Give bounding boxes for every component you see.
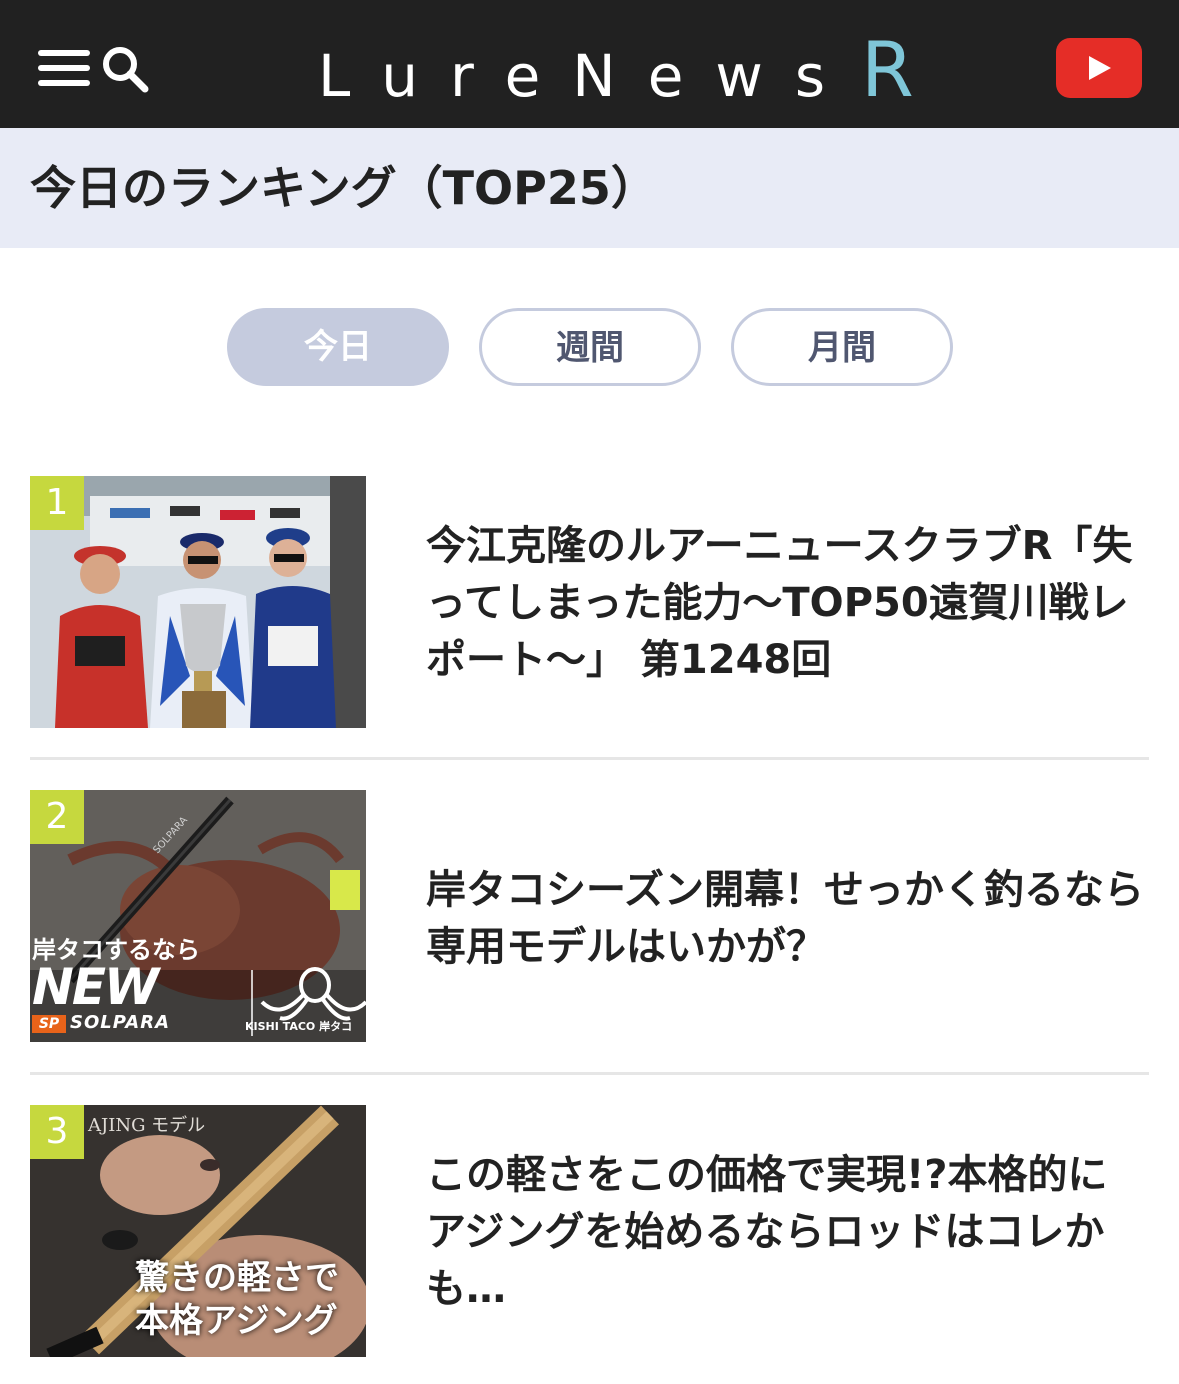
rank-badge: 2 bbox=[30, 790, 84, 844]
thumb-caption-line1: 驚きの軽さで bbox=[135, 1258, 339, 1298]
thumb-sp-badge: SP bbox=[32, 1015, 66, 1033]
logo-text: LureNews bbox=[318, 42, 858, 110]
app-header: LureNewsR bbox=[0, 0, 1179, 128]
search-icon[interactable] bbox=[100, 44, 150, 94]
rank-badge: 1 bbox=[30, 476, 84, 530]
thumb-caption-top: AJING モデル bbox=[88, 1115, 206, 1136]
thumb-new-label: NEW bbox=[32, 958, 159, 1016]
ranking-item[interactable]: 1 今江克隆のルアーニュースクラブR「失ってしまった能力〜TOP50遠賀川戦レポ… bbox=[30, 476, 1149, 728]
tab-weekly[interactable]: 週間 bbox=[479, 308, 701, 386]
divider bbox=[30, 1072, 1149, 1075]
ranking-item[interactable]: AJING モデル 驚きの軽さで 本格アジング 3 この軽さをこの価格で実現!?… bbox=[30, 1105, 1149, 1357]
ranking-title-bar: 今日のランキング（TOP25） bbox=[0, 128, 1179, 248]
divider bbox=[30, 757, 1149, 760]
thumb-caption-line2: 本格アジング bbox=[135, 1301, 338, 1341]
youtube-icon[interactable] bbox=[1056, 38, 1142, 98]
article-title[interactable]: 今江克隆のルアーニュースクラブR「失ってしまった能力〜TOP50遠賀川戦レポート… bbox=[426, 518, 1146, 689]
article-thumbnail[interactable]: AJING モデル 驚きの軽さで 本格アジング 3 bbox=[30, 1105, 366, 1357]
article-title[interactable]: 岸タコシーズン開幕！せっかく釣るなら専用モデルはいかが？ bbox=[426, 862, 1146, 976]
article-thumbnail[interactable]: 1 bbox=[30, 476, 366, 728]
site-logo[interactable]: LureNewsR bbox=[318, 30, 914, 111]
rank-badge: 3 bbox=[30, 1105, 84, 1159]
logo-accent: R bbox=[861, 25, 914, 114]
thumb-kishitaco: KISHI TACO 岸タコ bbox=[245, 1020, 353, 1033]
thumb-brand: SOLPARA bbox=[70, 1012, 170, 1033]
tab-monthly[interactable]: 月間 bbox=[731, 308, 953, 386]
ranking-item[interactable]: 岸タコするなら NEW SP SOLPARA KISHI TACO 岸タコ SO… bbox=[30, 790, 1149, 1042]
article-thumbnail[interactable]: 岸タコするなら NEW SP SOLPARA KISHI TACO 岸タコ SO… bbox=[30, 790, 366, 1042]
menu-icon[interactable] bbox=[38, 44, 90, 92]
page-title: 今日のランキング（TOP25） bbox=[30, 161, 657, 215]
article-title[interactable]: この軽さをこの価格で実現!?本格的にアジングを始めるならロッドはコレかも… bbox=[426, 1147, 1146, 1318]
tab-today[interactable]: 今日 bbox=[227, 308, 449, 386]
